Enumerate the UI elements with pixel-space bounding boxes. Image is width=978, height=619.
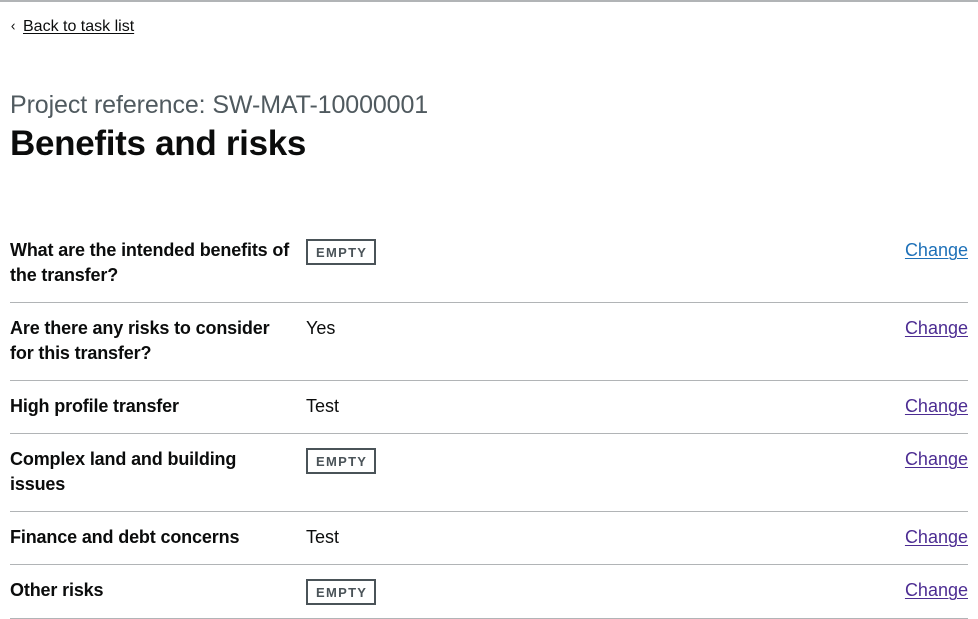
project-reference-caption: Project reference: SW-MAT-10000001 — [10, 91, 429, 119]
summary-list-value: Yes — [306, 318, 336, 338]
back-to-task-list-link[interactable]: ‹ Back to task list — [10, 16, 134, 37]
change-link[interactable]: Change — [905, 580, 968, 600]
summary-list-key: Finance and debt concerns — [10, 527, 240, 547]
summary-list-key: What are the intended benefits of the tr… — [10, 240, 290, 285]
summary-list-value: EMPTY — [306, 578, 905, 605]
change-link[interactable]: Change — [905, 396, 968, 416]
chevron-left-icon: ‹ — [10, 17, 16, 35]
summary-list-actions: Change — [905, 525, 968, 550]
status-badge-empty: EMPTY — [306, 579, 377, 605]
summary-list-actions: Change — [905, 394, 968, 419]
summary-list-row: Complex land and building issues EMPTY Cha… — [10, 434, 968, 512]
summary-list-row: What are the intended benefits of the tr… — [10, 225, 968, 303]
summary-list-key: Are there any risks to consider for this… — [10, 318, 270, 363]
summary-list-value: EMPTY — [306, 238, 905, 265]
status-badge-empty: EMPTY — [306, 239, 377, 265]
summary-list-value: EMPTY — [306, 447, 905, 474]
page-container: ‹ Back to task list Project reference: S… — [0, 2, 978, 619]
summary-list-value: Test — [306, 527, 340, 547]
summary-list-row: Finance and debt concerns Test Change — [10, 512, 968, 565]
summary-list-actions: Change — [905, 238, 968, 263]
summary-list-row: High profile transfer Test Change — [10, 381, 968, 434]
summary-list-value: Test — [306, 396, 340, 416]
summary-list-row: Are there any risks to consider for this… — [10, 303, 968, 381]
change-link[interactable]: Change — [905, 449, 968, 469]
change-link[interactable]: Change — [905, 240, 968, 260]
back-link-label: Back to task list — [23, 18, 135, 35]
summary-list-actions: Change — [905, 578, 968, 603]
summary-list-row: Other risks EMPTY Change — [10, 565, 968, 619]
benefits-and-risks-summary-list: What are the intended benefits of the tr… — [10, 225, 968, 619]
summary-list-actions: Change — [905, 316, 968, 341]
page-title: Benefits and risks — [10, 124, 307, 163]
change-link[interactable]: Change — [905, 318, 968, 338]
summary-list-actions: Change — [905, 447, 968, 472]
status-badge-empty: EMPTY — [306, 448, 377, 474]
page-heading-block: Project reference: SW-MAT-10000001 Benef… — [10, 89, 968, 165]
change-link[interactable]: Change — [905, 527, 968, 547]
summary-list-key: High profile transfer — [10, 396, 179, 416]
summary-list-key: Other risks — [10, 580, 104, 600]
back-link-container: ‹ Back to task list — [10, 2, 968, 37]
summary-list-key: Complex land and building issues — [10, 449, 237, 494]
